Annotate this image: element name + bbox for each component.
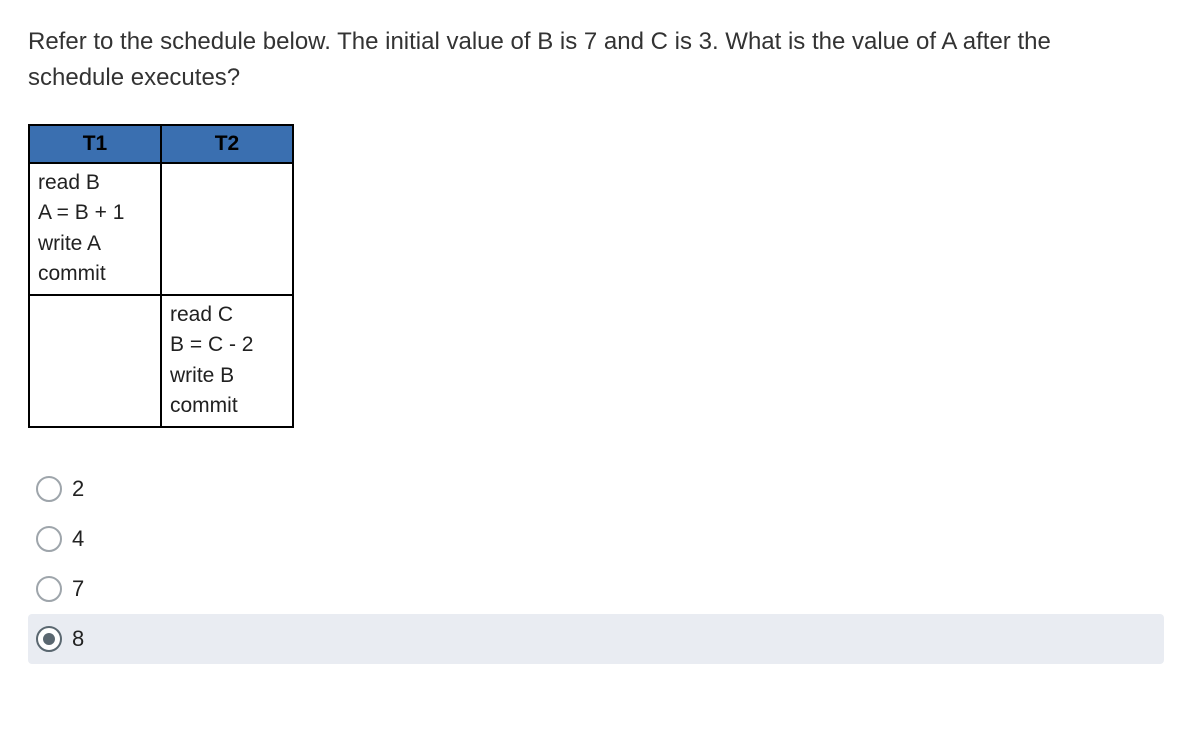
option-8[interactable]: 8 — [28, 614, 1164, 664]
option-label: 8 — [72, 626, 84, 652]
op-line: commit — [38, 259, 152, 289]
op-line: write A — [38, 229, 152, 259]
cell-t1-r0: read B A = B + 1 write A commit — [29, 163, 161, 295]
table-header-t1: T1 — [29, 125, 161, 163]
cell-t1-r1 — [29, 295, 161, 427]
answer-options: 2 4 7 8 — [28, 464, 1164, 664]
option-2[interactable]: 2 — [28, 464, 1164, 514]
op-line: write B — [170, 361, 284, 391]
option-7[interactable]: 7 — [28, 564, 1164, 614]
op-line: read B — [38, 168, 152, 198]
schedule-table: T1 T2 read B A = B + 1 write A commit re… — [28, 124, 294, 428]
question-text: Refer to the schedule below. The initial… — [28, 24, 1088, 96]
table-header-t2: T2 — [161, 125, 293, 163]
radio-icon — [36, 476, 62, 502]
table-row: read C B = C - 2 write B commit — [29, 295, 293, 427]
op-line: read C — [170, 300, 284, 330]
option-label: 7 — [72, 576, 84, 602]
table-row: read B A = B + 1 write A commit — [29, 163, 293, 295]
op-line: commit — [170, 391, 284, 421]
radio-icon — [36, 526, 62, 552]
op-line: A = B + 1 — [38, 198, 152, 228]
cell-t2-r1: read C B = C - 2 write B commit — [161, 295, 293, 427]
radio-icon — [36, 576, 62, 602]
op-line: B = C - 2 — [170, 330, 284, 360]
cell-t2-r0 — [161, 163, 293, 295]
option-4[interactable]: 4 — [28, 514, 1164, 564]
radio-icon — [36, 626, 62, 652]
option-label: 4 — [72, 526, 84, 552]
option-label: 2 — [72, 476, 84, 502]
